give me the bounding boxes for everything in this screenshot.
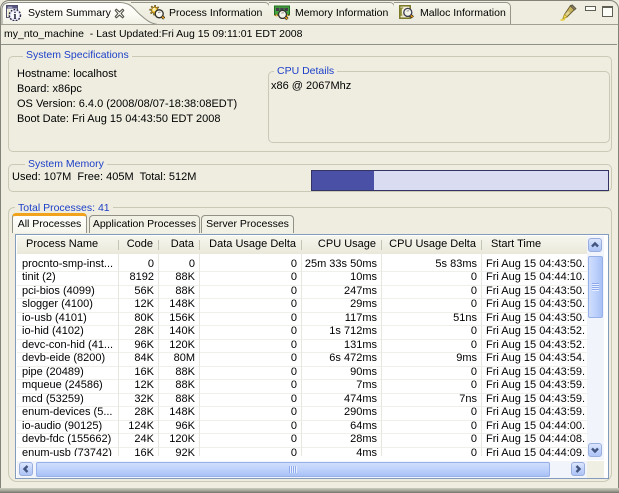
svg-text:i: i	[13, 11, 16, 21]
